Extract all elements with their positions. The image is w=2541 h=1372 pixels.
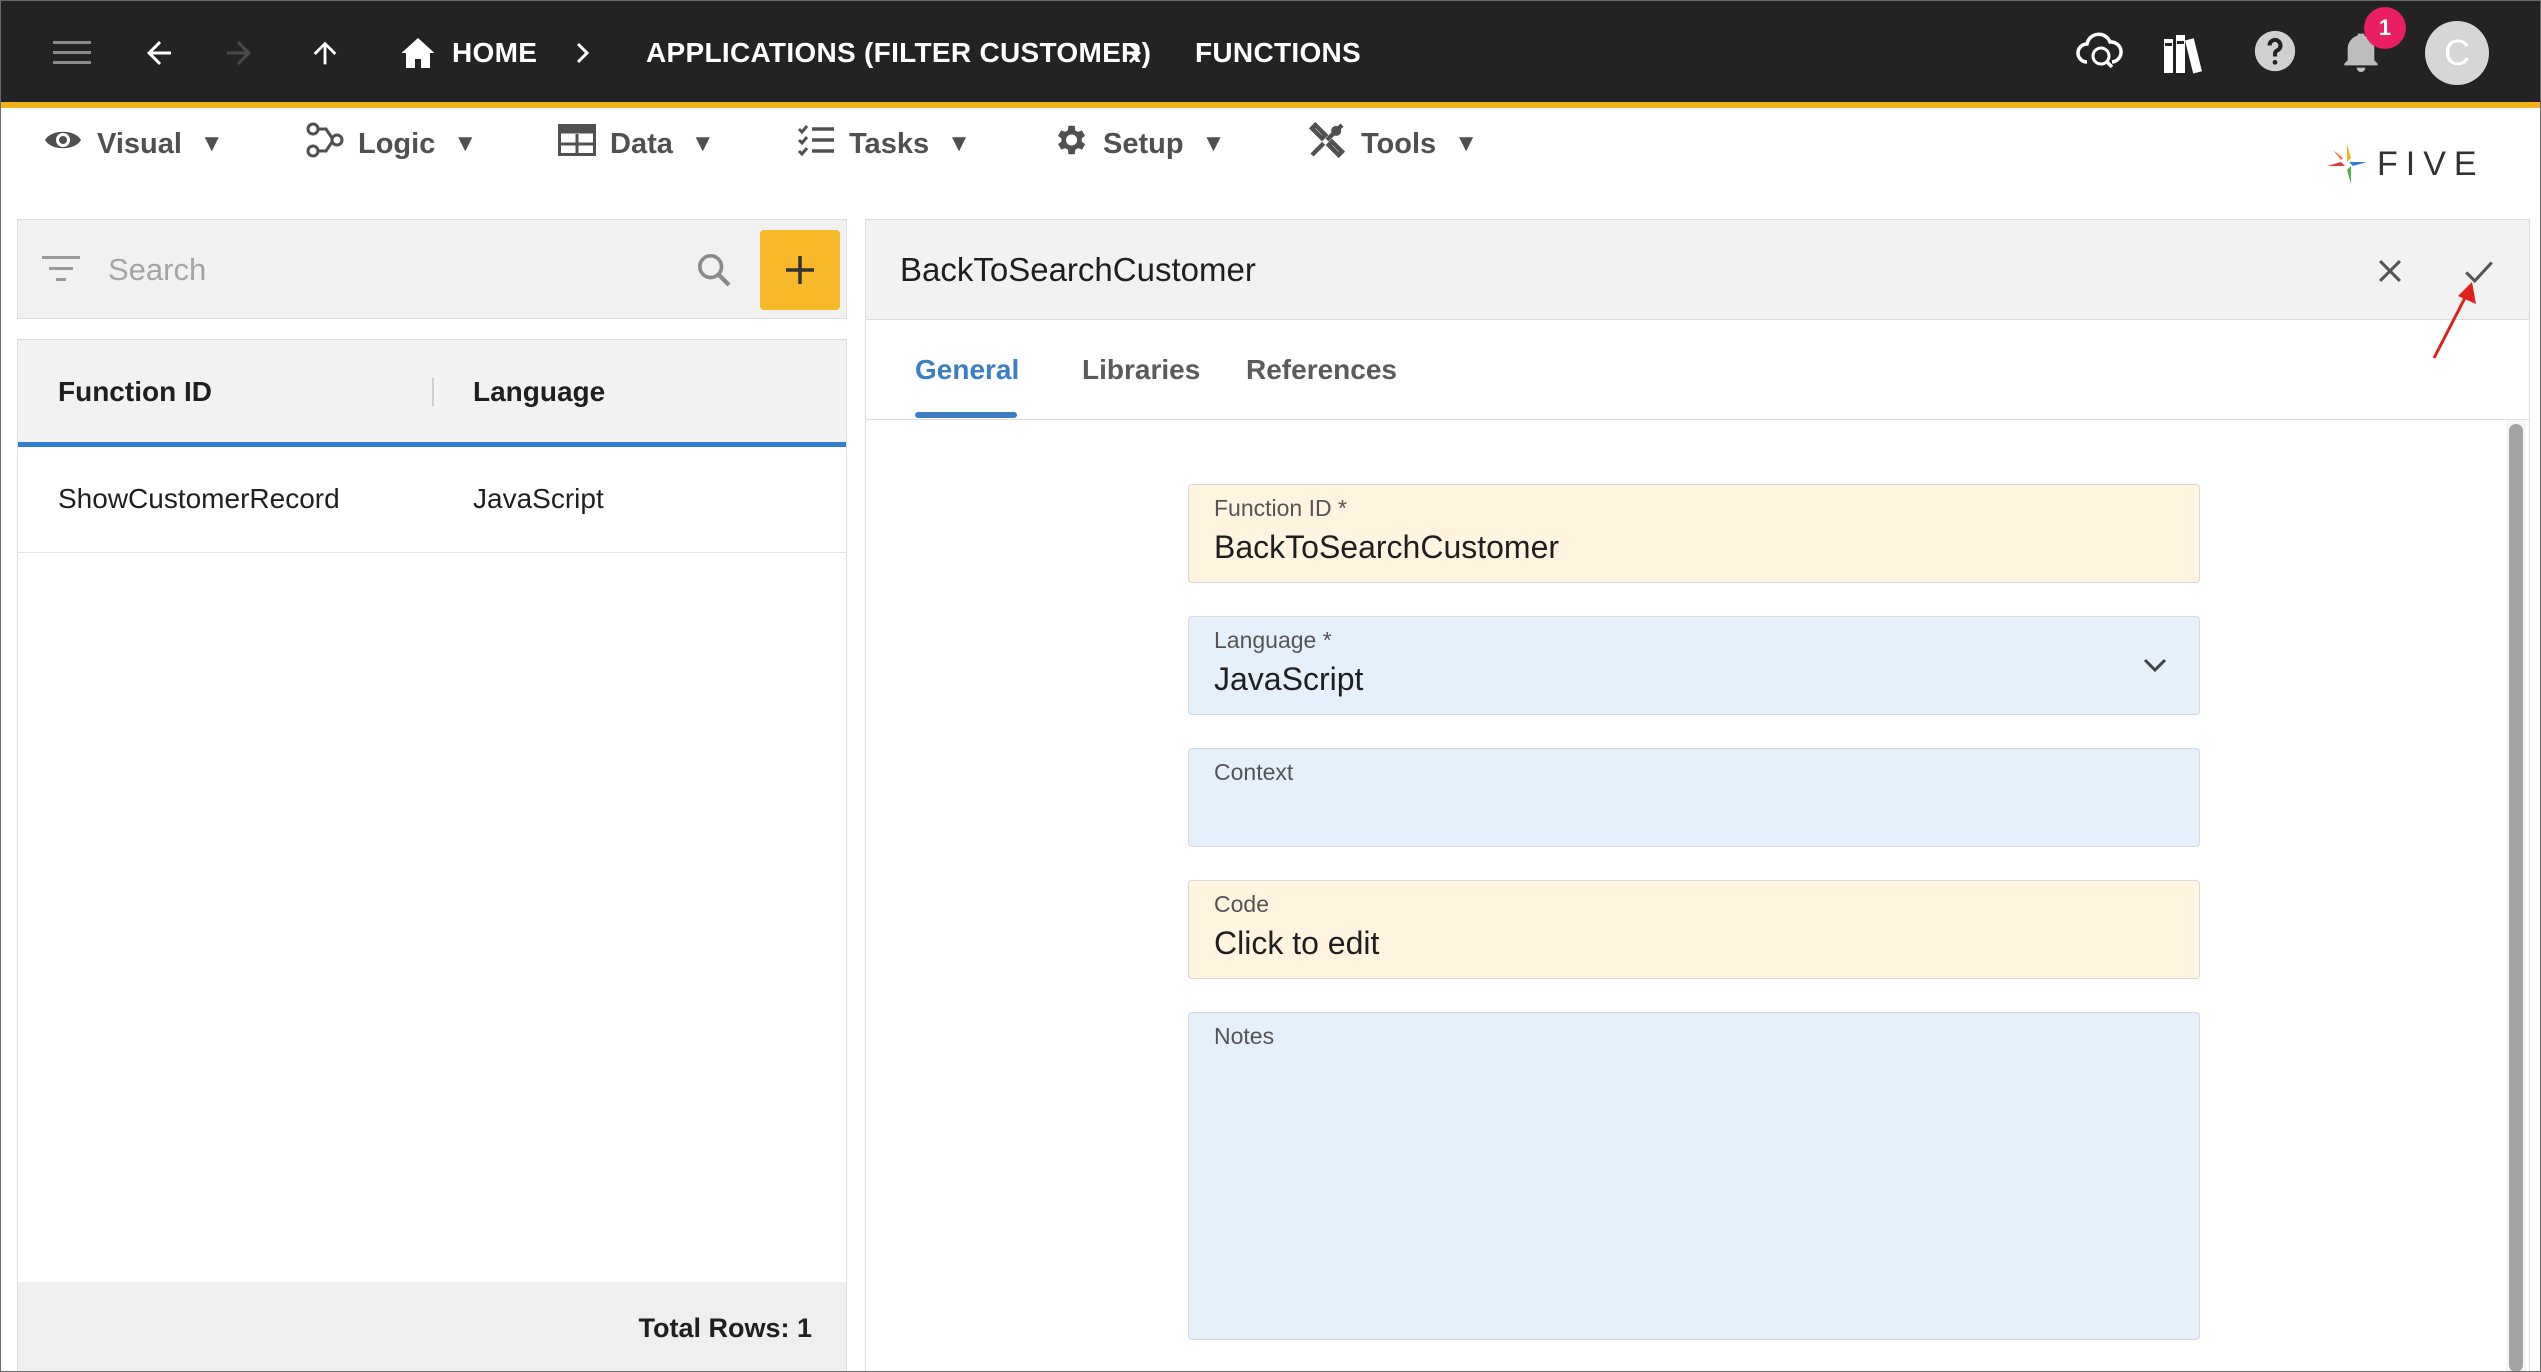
notification-badge: 1 bbox=[2364, 7, 2406, 49]
top-app-bar: HOME APPLICATIONS (FILTER CUSTOMER) FUNC… bbox=[1, 1, 2540, 102]
column-header-function-id[interactable]: Function ID bbox=[58, 370, 212, 414]
menu-icon[interactable] bbox=[45, 31, 99, 75]
notes-label: Notes bbox=[1214, 1023, 1275, 1049]
list-header: Function ID Language bbox=[18, 340, 846, 447]
dropdown-arrow-icon: ▼ bbox=[947, 130, 971, 157]
home-icon[interactable] bbox=[398, 33, 438, 73]
dropdown-arrow-icon: ▼ bbox=[199, 130, 224, 157]
active-tab-indicator bbox=[915, 412, 1017, 418]
menu-tools-label: Tools bbox=[1361, 127, 1437, 160]
menu-visual[interactable]: Visual ▼ bbox=[43, 119, 224, 169]
add-button[interactable] bbox=[760, 230, 840, 310]
context-label: Context bbox=[1214, 759, 1294, 785]
functions-list: Function ID Language ShowCustomerRecord … bbox=[17, 339, 847, 1371]
up-arrow-icon[interactable] bbox=[303, 31, 347, 75]
filter-icon[interactable] bbox=[42, 254, 82, 289]
plus-icon bbox=[786, 256, 814, 284]
table-icon bbox=[558, 124, 596, 164]
column-header-language[interactable]: Language bbox=[473, 370, 605, 414]
five-logo-text: FIVE bbox=[2377, 144, 2485, 183]
library-books-icon[interactable] bbox=[2159, 27, 2211, 79]
scrollbar-thumb[interactable] bbox=[2509, 424, 2523, 1371]
breadcrumb-applications[interactable]: APPLICATIONS (FILTER CUSTOMER) bbox=[646, 31, 1151, 75]
logic-icon bbox=[306, 122, 344, 166]
column-divider bbox=[432, 378, 434, 406]
close-icon bbox=[2378, 259, 2402, 283]
chevron-right-icon bbox=[573, 31, 593, 75]
search-input[interactable] bbox=[106, 244, 690, 296]
search-icon[interactable] bbox=[694, 250, 734, 295]
detail-title: BackToSearchCustomer bbox=[900, 251, 1256, 288]
menu-logic-label: Logic bbox=[358, 127, 436, 160]
tools-icon bbox=[1307, 120, 1347, 168]
tab-libraries[interactable]: Libraries bbox=[1082, 348, 1200, 392]
function-detail-panel: BackToSearchCustomer General Libraries R… bbox=[865, 219, 2530, 1371]
tasks-icon bbox=[797, 124, 835, 164]
tab-references[interactable]: References bbox=[1246, 348, 1397, 392]
menu-data-label: Data bbox=[610, 127, 673, 160]
list-footer: Total Rows: 1 bbox=[18, 1282, 846, 1371]
eye-icon bbox=[43, 126, 83, 162]
breadcrumb-functions[interactable]: FUNCTIONS bbox=[1195, 31, 1361, 75]
search-bar bbox=[17, 219, 847, 319]
menu-tasks[interactable]: Tasks ▼ bbox=[797, 119, 971, 169]
cloud-sync-icon[interactable] bbox=[2073, 27, 2125, 75]
function-id-label: Function ID * bbox=[1214, 495, 1347, 521]
language-label: Language * bbox=[1214, 627, 1332, 653]
dropdown-arrow-icon: ▼ bbox=[453, 130, 478, 157]
tab-general[interactable]: General bbox=[915, 348, 1019, 392]
chevron-down-icon[interactable] bbox=[2141, 653, 2169, 682]
total-rows-label: Total Rows: 1 bbox=[638, 1313, 812, 1343]
context-field[interactable]: Context bbox=[1188, 748, 2200, 847]
cell-function-id: ShowCustomerRecord bbox=[58, 483, 340, 514]
function-id-value: BackToSearchCustomer bbox=[1214, 529, 1560, 565]
language-value: JavaScript bbox=[1214, 661, 1364, 697]
help-icon[interactable] bbox=[2251, 27, 2299, 75]
chevron-right-icon bbox=[1125, 31, 1145, 75]
menu-tasks-label: Tasks bbox=[849, 127, 930, 160]
code-label: Code bbox=[1214, 891, 1269, 917]
detail-tabs: General Libraries References bbox=[866, 320, 2529, 420]
app-window: HOME APPLICATIONS (FILTER CUSTOMER) FUNC… bbox=[0, 0, 2541, 1372]
five-logo-mark bbox=[2327, 144, 2367, 184]
dropdown-arrow-icon: ▼ bbox=[1454, 130, 1478, 157]
notes-field[interactable]: Notes bbox=[1188, 1012, 2200, 1340]
dropdown-arrow-icon: ▼ bbox=[1201, 130, 1226, 157]
menu-tools[interactable]: Tools ▼ bbox=[1307, 119, 1478, 169]
table-row[interactable]: ShowCustomerRecord JavaScript bbox=[18, 447, 846, 553]
menu-visual-label: Visual bbox=[97, 127, 182, 160]
user-avatar[interactable]: C bbox=[2425, 21, 2489, 85]
detail-header: BackToSearchCustomer bbox=[866, 220, 2529, 359]
code-field[interactable]: Code Click to edit bbox=[1188, 880, 2200, 979]
code-value: Click to edit bbox=[1214, 925, 1380, 961]
cell-language: JavaScript bbox=[473, 483, 604, 514]
language-select[interactable]: Language * JavaScript bbox=[1188, 616, 2200, 715]
menu-setup-label: Setup bbox=[1103, 127, 1184, 160]
menu-setup[interactable]: Setup ▼ bbox=[1051, 119, 1225, 169]
function-id-field[interactable]: Function ID * BackToSearchCustomer bbox=[1188, 484, 2200, 583]
five-logo: FIVE bbox=[2323, 139, 2503, 189]
breadcrumb-home[interactable]: HOME bbox=[452, 31, 537, 75]
back-arrow-icon[interactable] bbox=[137, 31, 181, 75]
dropdown-arrow-icon: ▼ bbox=[690, 130, 715, 157]
forward-arrow-icon[interactable] bbox=[217, 31, 261, 75]
menu-data[interactable]: Data ▼ bbox=[558, 119, 715, 169]
gear-icon bbox=[1051, 121, 1089, 167]
menu-logic[interactable]: Logic ▼ bbox=[306, 119, 477, 169]
close-button[interactable] bbox=[2363, 244, 2417, 298]
